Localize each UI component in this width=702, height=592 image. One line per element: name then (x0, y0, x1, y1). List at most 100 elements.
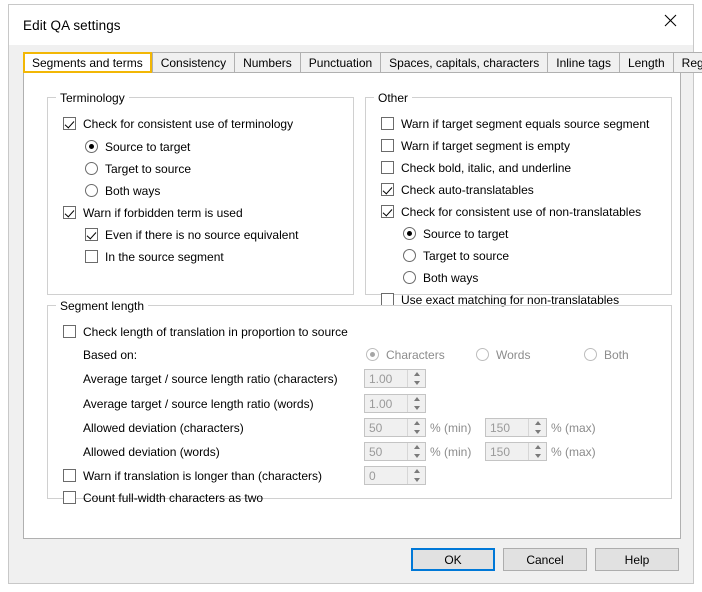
stepper-buttons[interactable] (407, 467, 425, 484)
cancel-button[interactable]: Cancel (503, 548, 587, 571)
checkbox-count-full-width-characters[interactable]: Count full-width characters as two (63, 489, 263, 506)
close-icon[interactable] (647, 5, 693, 36)
group-segment-length-title: Segment length (56, 299, 148, 313)
allowed-deviation-characters-label: Allowed deviation (characters) (83, 419, 244, 436)
tab-regex[interactable]: Regex (673, 52, 702, 73)
radio-terminology-source-to-target[interactable]: Source to target (85, 138, 190, 155)
tab-punctuation[interactable]: Punctuation (300, 52, 380, 73)
help-button[interactable]: Help (595, 548, 679, 571)
stepper-down-icon[interactable] (408, 379, 425, 388)
stepper-down-icon[interactable] (529, 428, 546, 437)
checkbox-indicator (63, 325, 76, 338)
radio-indicator (85, 184, 98, 197)
group-other-title: Other (374, 91, 412, 105)
warn-translation-longer-than-stepper[interactable]: 0 (364, 466, 426, 485)
tab-label: Consistency (161, 56, 226, 70)
stepper-buttons[interactable] (407, 443, 425, 460)
checkbox-indicator (381, 161, 394, 174)
checkbox-warn-target-empty[interactable]: Warn if target segment is empty (381, 137, 570, 154)
group-segment-length: Segment length Check length of translati… (47, 305, 672, 499)
ok-button[interactable]: OK (411, 548, 495, 571)
avg-ratio-characters-stepper[interactable]: 1.00 (364, 369, 426, 388)
stepper-down-icon[interactable] (408, 476, 425, 485)
stepper-value: 50 (365, 443, 407, 460)
allowed-deviation-words-max-stepper[interactable]: 150 (485, 442, 547, 461)
stepper-up-icon[interactable] (408, 395, 425, 404)
stepper-value: 1.00 (365, 395, 407, 412)
checkbox-indicator (381, 183, 394, 196)
stepper-buttons[interactable] (528, 443, 546, 460)
option-label: Check auto-translatables (401, 184, 534, 196)
checkbox-warn-target-equals-source[interactable]: Warn if target segment equals source seg… (381, 115, 649, 132)
radio-terminology-both-ways[interactable]: Both ways (85, 182, 160, 199)
option-label: Target to source (105, 163, 191, 175)
checkbox-check-length-proportion[interactable]: Check length of translation in proportio… (63, 323, 348, 340)
allowed-deviation-words-max-unit: % (max) (551, 443, 596, 460)
allowed-deviation-words-min-stepper[interactable]: 50 (364, 442, 426, 461)
dialog-body: Segments and terms Consistency Numbers P… (9, 45, 693, 583)
stepper-buttons[interactable] (407, 395, 425, 412)
tab-segments-and-terms[interactable]: Segments and terms (23, 52, 152, 73)
radio-non-translatables-both-ways[interactable]: Both ways (403, 269, 478, 286)
checkbox-even-if-no-source-equivalent[interactable]: Even if there is no source equivalent (85, 226, 298, 243)
tab-label: Length (628, 56, 665, 70)
checkbox-indicator (381, 139, 394, 152)
stepper-down-icon[interactable] (408, 404, 425, 413)
based-on-label: Based on: (83, 346, 137, 363)
allowed-deviation-characters-max-stepper[interactable]: 150 (485, 418, 547, 437)
checkbox-indicator (85, 228, 98, 241)
stepper-down-icon[interactable] (408, 452, 425, 461)
stepper-down-icon[interactable] (529, 452, 546, 461)
stepper-down-icon[interactable] (408, 428, 425, 437)
allowed-deviation-words-min-unit: % (min) (430, 443, 471, 460)
tab-spaces-capitals-characters[interactable]: Spaces, capitals, characters (380, 52, 547, 73)
radio-based-on-characters[interactable]: Characters (366, 346, 445, 363)
radio-non-translatables-target-to-source[interactable]: Target to source (403, 247, 509, 264)
group-terminology: Terminology Check for consistent use of … (47, 97, 354, 295)
radio-based-on-words[interactable]: Words (476, 346, 530, 363)
stepper-up-icon[interactable] (408, 370, 425, 379)
option-label: Even if there is no source equivalent (105, 229, 298, 241)
stepper-up-icon[interactable] (529, 419, 546, 428)
allowed-deviation-characters-min-stepper[interactable]: 50 (364, 418, 426, 437)
stepper-up-icon[interactable] (529, 443, 546, 452)
radio-indicator (476, 348, 489, 361)
avg-ratio-words-stepper[interactable]: 1.00 (364, 394, 426, 413)
checkbox-warn-translation-longer-than[interactable]: Warn if translation is longer than (char… (63, 467, 322, 484)
checkbox-indicator (63, 469, 76, 482)
stepper-up-icon[interactable] (408, 443, 425, 452)
tab-inline-tags[interactable]: Inline tags (547, 52, 619, 73)
title-bar: Edit QA settings (9, 5, 693, 45)
checkbox-check-auto-translatables[interactable]: Check auto-translatables (381, 181, 534, 198)
radio-terminology-target-to-source[interactable]: Target to source (85, 160, 191, 177)
cancel-button-label: Cancel (526, 553, 563, 567)
option-label: Words (496, 349, 530, 361)
radio-based-on-both[interactable]: Both (584, 346, 629, 363)
checkbox-check-consistent-terminology[interactable]: Check for consistent use of terminology (63, 115, 293, 132)
stepper-buttons[interactable] (407, 419, 425, 436)
ok-button-label: OK (444, 553, 461, 567)
allowed-deviation-words-label: Allowed deviation (words) (83, 443, 220, 460)
option-label: Warn if target segment equals source seg… (401, 118, 649, 130)
tab-numbers[interactable]: Numbers (234, 52, 300, 73)
checkbox-check-bold-italic-underline[interactable]: Check bold, italic, and underline (381, 159, 571, 176)
tab-consistency[interactable]: Consistency (152, 52, 234, 73)
option-label: Both ways (105, 185, 160, 197)
option-label: Count full-width characters as two (83, 492, 263, 504)
group-other: Other Warn if target segment equals sour… (365, 97, 672, 295)
option-label: In the source segment (105, 251, 224, 263)
radio-non-translatables-source-to-target[interactable]: Source to target (403, 225, 508, 242)
stepper-up-icon[interactable] (408, 467, 425, 476)
dialog-title: Edit QA settings (23, 18, 121, 33)
tab-length[interactable]: Length (619, 52, 673, 73)
group-terminology-title: Terminology (56, 91, 129, 105)
checkbox-in-the-source-segment[interactable]: In the source segment (85, 248, 224, 265)
checkbox-warn-forbidden-term[interactable]: Warn if forbidden term is used (63, 204, 243, 221)
radio-indicator (403, 249, 416, 262)
stepper-buttons[interactable] (528, 419, 546, 436)
tab-label: Numbers (243, 56, 292, 70)
stepper-buttons[interactable] (407, 370, 425, 387)
stepper-up-icon[interactable] (408, 419, 425, 428)
checkbox-check-consistent-non-translatables[interactable]: Check for consistent use of non-translat… (381, 203, 641, 220)
tab-strip: Segments and terms Consistency Numbers P… (23, 52, 702, 73)
